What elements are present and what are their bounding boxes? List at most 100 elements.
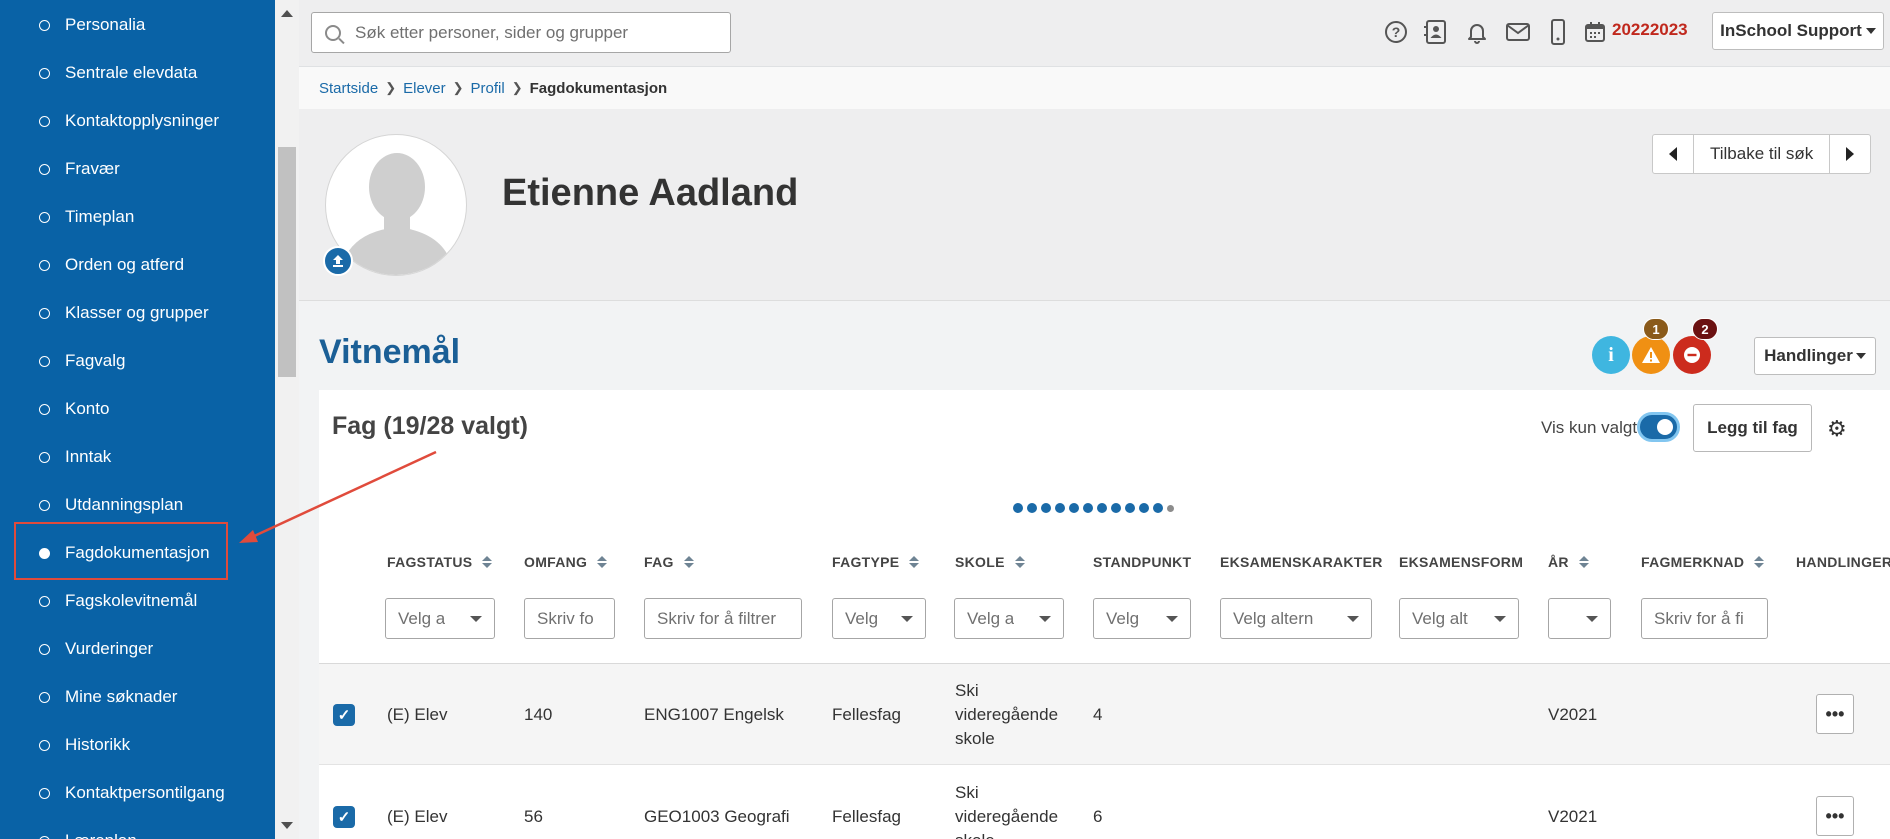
sidebar-item[interactable]: Sentrale elevdata (0, 49, 275, 97)
table-cell-skole: Ski videregående skole (955, 680, 1059, 748)
sidebar-item-label: Fagskolevitnemål (65, 591, 198, 610)
more-actions-icon[interactable]: ••• (1816, 796, 1854, 836)
filter-select[interactable]: Velg a (954, 598, 1064, 639)
add-subject-button[interactable]: Legg til fag (1693, 404, 1812, 452)
sort-icon[interactable] (1578, 556, 1589, 568)
sidebar-item[interactable]: Kontaktopplysninger (0, 97, 275, 145)
sidebar-item[interactable]: Orden og atferd (0, 241, 275, 289)
warning-icon[interactable] (1632, 336, 1670, 374)
column-header[interactable]: ÅR (1548, 554, 1589, 570)
gear-icon[interactable]: ⚙ (1827, 416, 1847, 442)
school-year-link[interactable]: 20222023 (1612, 20, 1688, 40)
column-header[interactable]: FAGSTATUS (387, 554, 493, 570)
column-header-label: EKSAMENSFORM (1399, 554, 1524, 570)
contact-card-icon[interactable] (1422, 18, 1450, 46)
sidebar-item[interactable]: Fagskolevitnemål (0, 577, 275, 625)
filter-input[interactable]: Skriv fo (524, 598, 615, 639)
column-header[interactable]: OMFANG (524, 554, 608, 570)
loading-dot (1097, 503, 1107, 513)
row-checkbox[interactable]: ✓ (333, 704, 355, 726)
filter-input[interactable]: Skriv for å fi (1641, 598, 1768, 639)
filter-select[interactable]: Velg (1093, 598, 1191, 639)
row-checkbox[interactable]: ✓ (333, 806, 355, 828)
mail-icon[interactable] (1504, 18, 1532, 46)
table-cell-aar: V2021 (1548, 806, 1598, 826)
filter-select[interactable] (1548, 598, 1611, 639)
sidebar-item[interactable]: Fagvalg (0, 337, 275, 385)
search-input[interactable] (355, 22, 715, 43)
show-selected-toggle[interactable] (1637, 412, 1680, 442)
column-header[interactable]: FAGTYPE (832, 554, 920, 570)
sidebar-item[interactable]: Klasser og grupper (0, 289, 275, 337)
sidebar-item[interactable]: Inntak (0, 433, 275, 481)
loading-dot (1139, 503, 1149, 513)
actions-dropdown[interactable]: Handlinger (1754, 337, 1876, 375)
sort-icon[interactable] (1754, 556, 1765, 568)
filter-select[interactable]: Velg altern (1220, 598, 1372, 639)
sidebar-item-label: Mine søknader (65, 687, 178, 706)
circle-icon (39, 355, 50, 367)
mobile-icon[interactable] (1544, 18, 1572, 46)
bell-icon[interactable] (1463, 18, 1491, 46)
sidebar-item[interactable]: Mine søknader (0, 673, 275, 721)
filter-placeholder: Skriv for å fi (1654, 608, 1744, 628)
circle-icon (39, 211, 50, 223)
filter-select[interactable]: Velg (832, 598, 926, 639)
sidebar-item[interactable]: Fravær (0, 145, 275, 193)
column-header-label: FAGMERKNAD (1641, 554, 1745, 570)
top-bar: ? 20222023 InSchool Support (299, 0, 1890, 67)
more-actions-icon[interactable]: ••• (1816, 694, 1854, 734)
column-header: STANDPUNKT (1093, 554, 1191, 570)
filter-select[interactable]: Velg a (385, 598, 495, 639)
sidebar-item-label: Klasser og grupper (65, 303, 209, 322)
user-menu-button[interactable]: InSchool Support (1712, 12, 1884, 50)
caret-right-icon (1846, 147, 1855, 161)
calendar-icon[interactable] (1581, 18, 1609, 46)
scrollbar-thumb[interactable] (278, 147, 296, 377)
sidebar-scrollbar[interactable] (275, 0, 299, 839)
actions-label: Handlinger (1764, 346, 1853, 365)
breadcrumb-students[interactable]: Elever (403, 80, 446, 97)
sidebar-item[interactable]: Konto (0, 385, 275, 433)
sort-icon[interactable] (683, 556, 694, 568)
breadcrumb-profile[interactable]: Profil (471, 80, 505, 97)
sort-icon[interactable] (482, 556, 493, 568)
sort-icon[interactable] (1014, 556, 1025, 568)
sidebar-item[interactable]: Kontaktpersontilgang (0, 769, 275, 817)
sidebar-item[interactable]: Personalia (0, 1, 275, 49)
sort-icon[interactable] (909, 556, 920, 568)
sort-icon[interactable] (597, 556, 608, 568)
sidebar-item-label: Orden og atferd (65, 255, 185, 274)
back-to-search-button[interactable]: Tilbake til søk (1693, 135, 1831, 173)
sidebar-item-label: Historikk (65, 735, 131, 754)
filter-placeholder: Velg a (967, 608, 1015, 628)
main-content: ? 20222023 InSchool Support Startside ❯ … (299, 0, 1890, 839)
scroll-up-arrow-icon[interactable] (281, 10, 293, 17)
sidebar-item[interactable]: Vurderinger (0, 625, 275, 673)
error-icon[interactable] (1673, 336, 1711, 374)
column-header[interactable]: SKOLE (955, 554, 1025, 570)
sidebar-item[interactable]: Historikk (0, 721, 275, 769)
sidebar-item[interactable]: Læreplan (0, 817, 275, 839)
column-header-label: FAGTYPE (832, 554, 900, 570)
help-icon[interactable]: ? (1382, 18, 1410, 46)
sidebar-item-label: Konto (65, 399, 110, 418)
table-row: ✓ (E) Elev 140 ENG1007 Engelsk Fellesfag Ski … (319, 664, 1890, 765)
breadcrumb-home[interactable]: Startside (319, 80, 378, 97)
column-header[interactable]: FAGMERKNAD (1641, 554, 1765, 570)
breadcrumb-current: Fagdokumentasjon (529, 79, 668, 97)
next-student-button[interactable] (1830, 135, 1870, 173)
search-box[interactable] (311, 12, 731, 53)
circle-icon (39, 19, 50, 31)
filter-input[interactable]: Skriv for å filtrer (644, 598, 802, 639)
column-header[interactable]: FAG (644, 554, 694, 570)
card-title: Fag (19/28 valgt) (332, 412, 528, 440)
scroll-down-arrow-icon[interactable] (281, 822, 293, 829)
previous-student-button[interactable] (1653, 135, 1693, 173)
circle-icon (39, 499, 50, 511)
info-icon[interactable]: i (1592, 336, 1630, 374)
upload-photo-icon[interactable] (323, 246, 353, 276)
filter-select[interactable]: Velg alt (1399, 598, 1519, 639)
loading-dot (1153, 503, 1163, 513)
sidebar-item[interactable]: Timeplan (0, 193, 275, 241)
